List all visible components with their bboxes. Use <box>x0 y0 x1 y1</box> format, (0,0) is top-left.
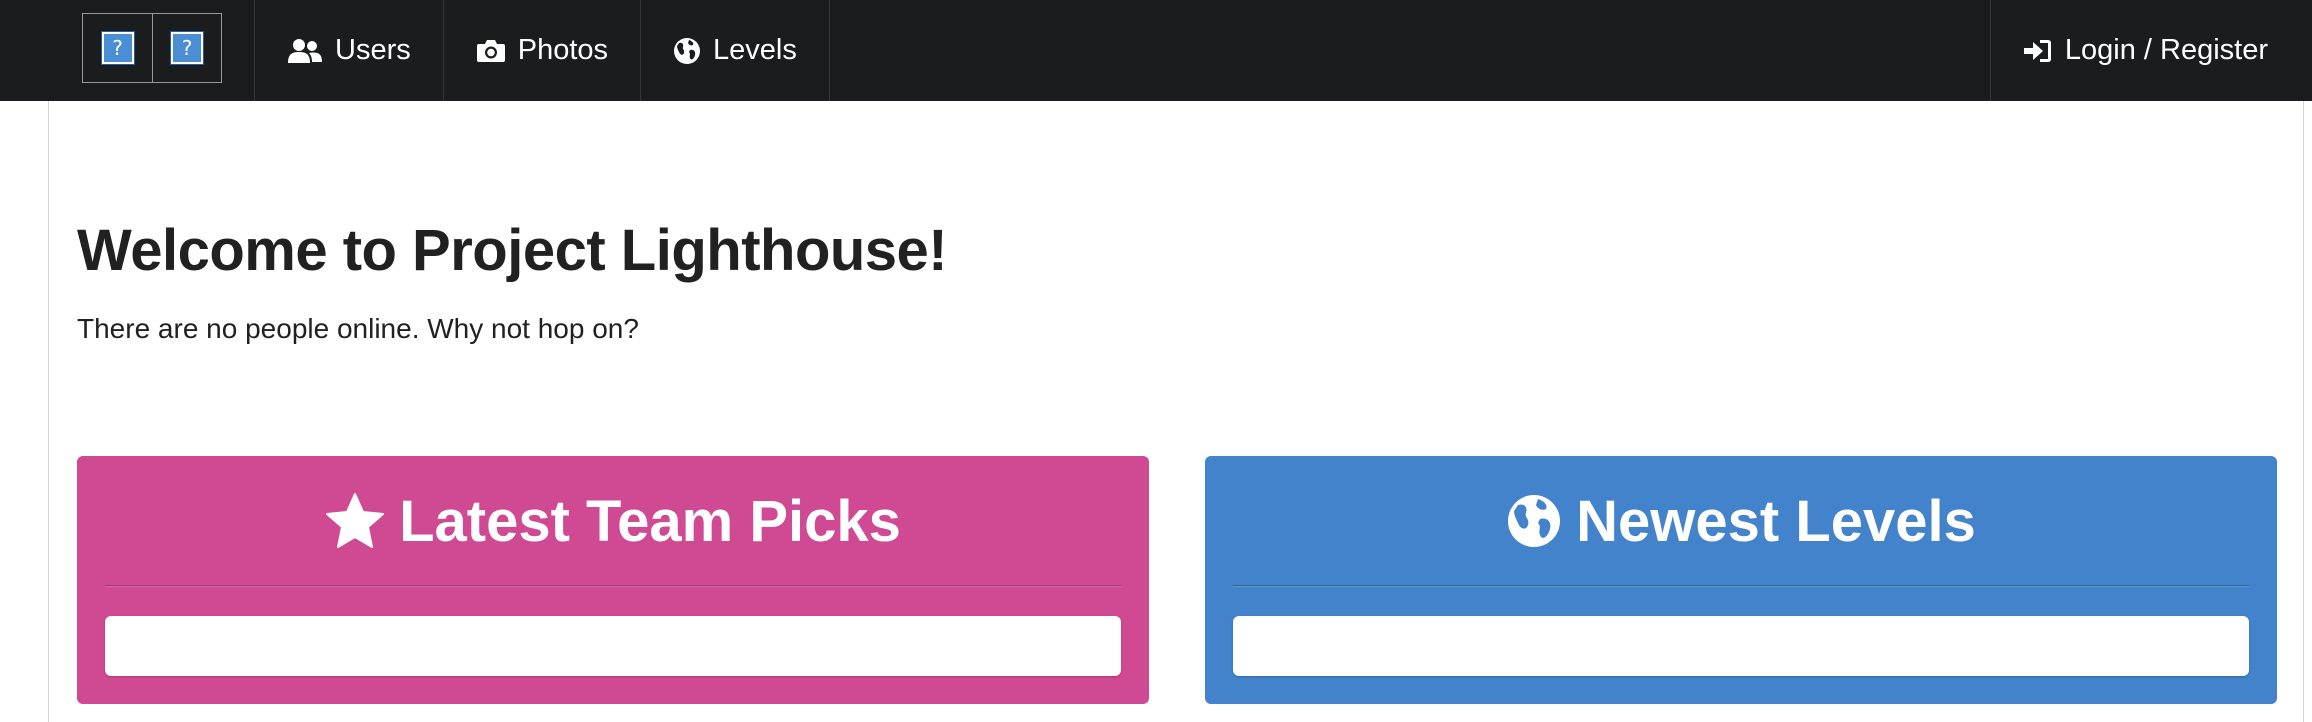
panel-title: Newest Levels <box>1576 488 1976 554</box>
nav-logo-2[interactable]: ? <box>152 14 221 82</box>
panel-divider <box>1233 585 2249 587</box>
users-icon <box>288 38 322 63</box>
star-icon <box>326 493 385 548</box>
main-content: Welcome to Project Lighthouse! There are… <box>48 101 2304 722</box>
camera-icon <box>476 39 505 62</box>
sign-in-icon <box>2023 39 2051 62</box>
newest-levels-panel: Newest Levels <box>1205 456 2277 704</box>
nav-menu: Users Photos Levels <box>254 0 830 101</box>
nav-item-photos[interactable]: Photos <box>444 0 642 101</box>
nav-logo-1[interactable]: ? <box>83 14 152 82</box>
login-register-link[interactable]: Login / Register <box>1989 0 2312 101</box>
globe-icon <box>1508 495 1561 547</box>
nav-item-label: Levels <box>713 34 797 66</box>
login-register-label: Login / Register <box>2064 34 2268 66</box>
nav-item-levels[interactable]: Levels <box>641 0 830 101</box>
panel-header: Newest Levels <box>1205 456 2277 586</box>
nav-logo-group: ? ? <box>82 13 222 83</box>
latest-team-picks-panel: Latest Team Picks <box>77 456 1149 704</box>
nav-item-users[interactable]: Users <box>255 0 444 101</box>
broken-image-icon: ? <box>101 32 134 64</box>
panel-header: Latest Team Picks <box>77 456 1149 586</box>
team-picks-list <box>105 616 1121 676</box>
nav-item-label: Photos <box>517 34 609 66</box>
panel-divider <box>105 585 1121 587</box>
panel-title: Latest Team Picks <box>399 488 901 554</box>
online-status-text: There are no people online. Why not hop … <box>77 313 639 344</box>
globe-icon <box>674 37 701 64</box>
top-navbar: ? ? Users Photos Levels Login / Register <box>0 0 2312 101</box>
newest-levels-list <box>1233 616 2249 676</box>
page-title: Welcome to Project Lighthouse! <box>77 218 948 283</box>
broken-image-icon: ? <box>171 32 203 64</box>
nav-item-label: Users <box>335 34 411 66</box>
